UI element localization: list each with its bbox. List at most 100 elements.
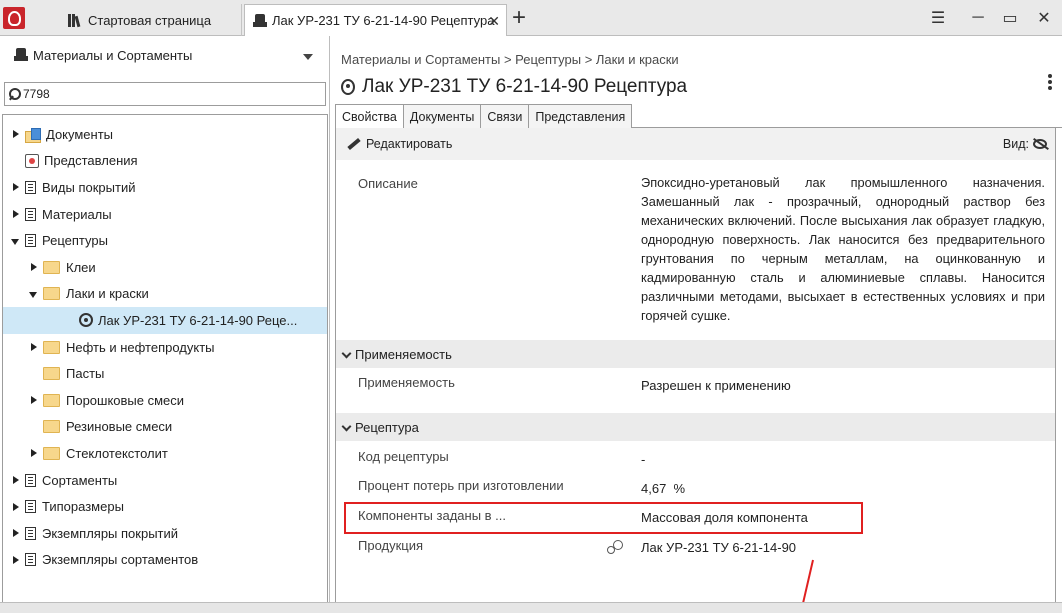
expand-arrow-icon[interactable] [29,395,39,405]
navigation-panel: Материалы и Сортаменты 7798 Документы Пре… [0,36,330,613]
tree-item[interactable]: Сортаменты [3,467,327,494]
folder-icon [43,420,60,434]
toolbar: Редактировать Вид: [336,128,1055,160]
tree-item[interactable]: Пасты [3,360,327,387]
eye-hidden-icon [1033,139,1047,149]
link-icon[interactable] [607,540,623,554]
section-recipe[interactable]: Рецептура [336,413,1055,441]
property-tabs: Свойства Документы Связи Представления [335,104,1062,129]
chevron-down-icon[interactable] [303,54,313,60]
folder-icon [43,393,60,407]
tree-item-label: Представления [44,153,138,169]
section-title: Применяемость [355,346,452,362]
applicability-label: Применяемость [358,375,455,390]
menu-icon[interactable]: ☰ [918,0,958,36]
recipe-icon [341,79,355,95]
catalog-selector[interactable]: Материалы и Сортаменты [0,36,329,74]
tree-item-label: Клеи [66,259,96,275]
page-title-text: Лак УР-231 ТУ 6-21-14-90 Рецептура [362,76,688,97]
recipe-code-value[interactable]: - [641,452,645,467]
edit-button[interactable]: Редактировать [366,137,452,151]
tree-item-label: Виды покрытий [42,179,136,195]
catalog-label: Материалы и Сортаменты [33,47,193,63]
new-tab-icon[interactable]: + [512,4,526,32]
tab-start-page[interactable]: Стартовая страница [60,4,242,36]
more-options-icon[interactable] [1046,72,1054,94]
applicability-value[interactable]: Разрешен к применению [641,378,791,393]
title-bar: Стартовая страница Лак УР-231 ТУ 6-21-14… [0,0,1062,36]
tree-item-label: Рецептуры [42,233,108,249]
tree-item[interactable]: Представления [3,148,327,175]
folder-icon [43,367,60,381]
tree-item-label: Лак УР-231 ТУ 6-21-14-90 Реце... [98,312,298,328]
search-icon [9,88,21,100]
recipe-icon [79,313,93,328]
tab-links[interactable]: Связи [480,104,530,128]
tree-item-label: Документы [46,126,114,142]
tree-view: Документы Представления Виды покрытий Матер… [2,114,328,609]
tree-item-label: Порошковые смеси [66,392,185,408]
folder-icon [43,340,60,354]
tree-item[interactable]: Лак УР-231 ТУ 6-21-14-90 Реце... [3,307,327,334]
tree-item[interactable]: Документы [3,121,327,148]
document-icon [25,500,36,514]
tree-item-label: Экземпляры покрытий [42,525,179,541]
library-icon [68,13,82,27]
close-tab-icon[interactable]: ✕ [488,13,500,30]
expand-arrow-icon[interactable] [11,475,21,485]
loss-percent-value[interactable]: 4,67 % [641,481,685,496]
tree-item-label: Пасты [66,366,105,382]
tree-item[interactable]: Стеклотекстолит [3,440,327,467]
folder-icon [43,446,60,460]
search-input[interactable]: 7798 [4,82,326,106]
expand-arrow-icon[interactable] [29,342,39,352]
expand-arrow-icon[interactable] [29,448,39,458]
collapse-arrow-icon[interactable] [29,289,39,299]
tab-views[interactable]: Представления [528,104,633,128]
tree-item[interactable]: Нефть и нефтепродукты [3,334,327,361]
tree-item[interactable]: Материалы [3,201,327,228]
close-window-icon[interactable]: ✕ [1024,0,1062,36]
tree-item[interactable]: Лаки и краски [3,281,327,308]
document-icon [25,207,36,221]
tab-documents[interactable]: Документы [402,104,482,128]
document-icon [25,553,36,567]
expand-arrow-icon[interactable] [11,502,21,512]
tab-recipe[interactable]: Лак УР-231 ТУ 6-21-14-90 Рецептура ✕ [244,4,507,36]
document-icon [25,473,36,487]
search-value: 7798 [23,87,50,101]
folder-icon [43,287,60,301]
stamp-icon [14,48,28,62]
views-icon [25,153,39,168]
expand-arrow-icon[interactable] [11,555,21,565]
description-value: Эпоксидно-уретановый лак промышленного н… [641,175,1045,323]
tree-item[interactable]: Порошковые смеси [3,387,327,414]
view-selector[interactable]: Вид: [1003,137,1047,151]
tree-item-label: Резиновые смеси [66,419,173,435]
page-title: Лак УР-231 ТУ 6-21-14-90 Рецептура [341,76,687,98]
tab-properties[interactable]: Свойства [335,104,404,129]
tree-item[interactable]: Виды покрытий [3,174,327,201]
tree-item[interactable]: Рецептуры [3,227,327,254]
recipe-code-label: Код рецептуры [358,449,449,464]
app-logo-icon[interactable] [3,7,25,29]
tree-item[interactable]: Экземпляры сортаментов [3,547,327,574]
collapse-arrow-icon[interactable] [11,236,21,246]
breadcrumb[interactable]: Материалы и Сортаменты > Рецептуры > Лак… [341,52,679,67]
tree-item[interactable]: Экземпляры покрытий [3,520,327,547]
section-applicability[interactable]: Применяемость [336,340,1055,368]
tab-label: Стартовая страница [88,12,212,28]
tree-item-label: Сортаменты [42,472,118,488]
edit-icon [346,137,362,151]
expand-arrow-icon[interactable] [11,528,21,538]
tree-item[interactable]: Резиновые смеси [3,414,327,441]
tree-item-label: Лаки и краски [66,286,149,302]
expand-arrow-icon[interactable] [11,182,21,192]
product-value[interactable]: Лак УР-231 ТУ 6-21-14-90 [641,540,796,555]
tree-item[interactable]: Типоразмеры [3,493,327,520]
expand-arrow-icon[interactable] [11,209,21,219]
tree-item[interactable]: Клеи [3,254,327,281]
section-title: Рецептура [355,419,419,435]
expand-arrow-icon[interactable] [29,262,39,272]
expand-arrow-icon[interactable] [11,129,21,139]
